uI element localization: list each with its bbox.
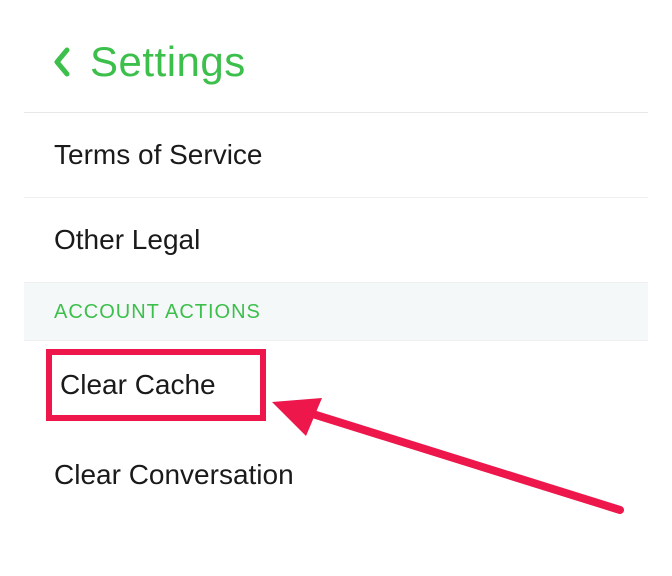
- settings-item-terms-of-service[interactable]: Terms of Service: [24, 113, 648, 198]
- page-title: Settings: [90, 38, 246, 86]
- settings-container: Settings Terms of Service Other Legal AC…: [0, 0, 672, 517]
- settings-header: Settings: [24, 20, 648, 113]
- section-header-account-actions: ACCOUNT ACTIONS: [24, 283, 648, 341]
- settings-item-other-legal[interactable]: Other Legal: [24, 198, 648, 283]
- settings-item-label: Terms of Service: [54, 139, 263, 170]
- section-header-label: ACCOUNT ACTIONS: [54, 301, 261, 323]
- settings-item-clear-conversation[interactable]: Clear Conversation: [24, 429, 648, 517]
- settings-item-clear-cache[interactable]: Clear Cache: [24, 341, 648, 429]
- settings-item-label: Clear Cache: [60, 369, 216, 400]
- settings-item-label: Other Legal: [54, 224, 200, 255]
- back-chevron-icon[interactable]: [52, 46, 72, 78]
- settings-item-label: Clear Conversation: [54, 459, 294, 490]
